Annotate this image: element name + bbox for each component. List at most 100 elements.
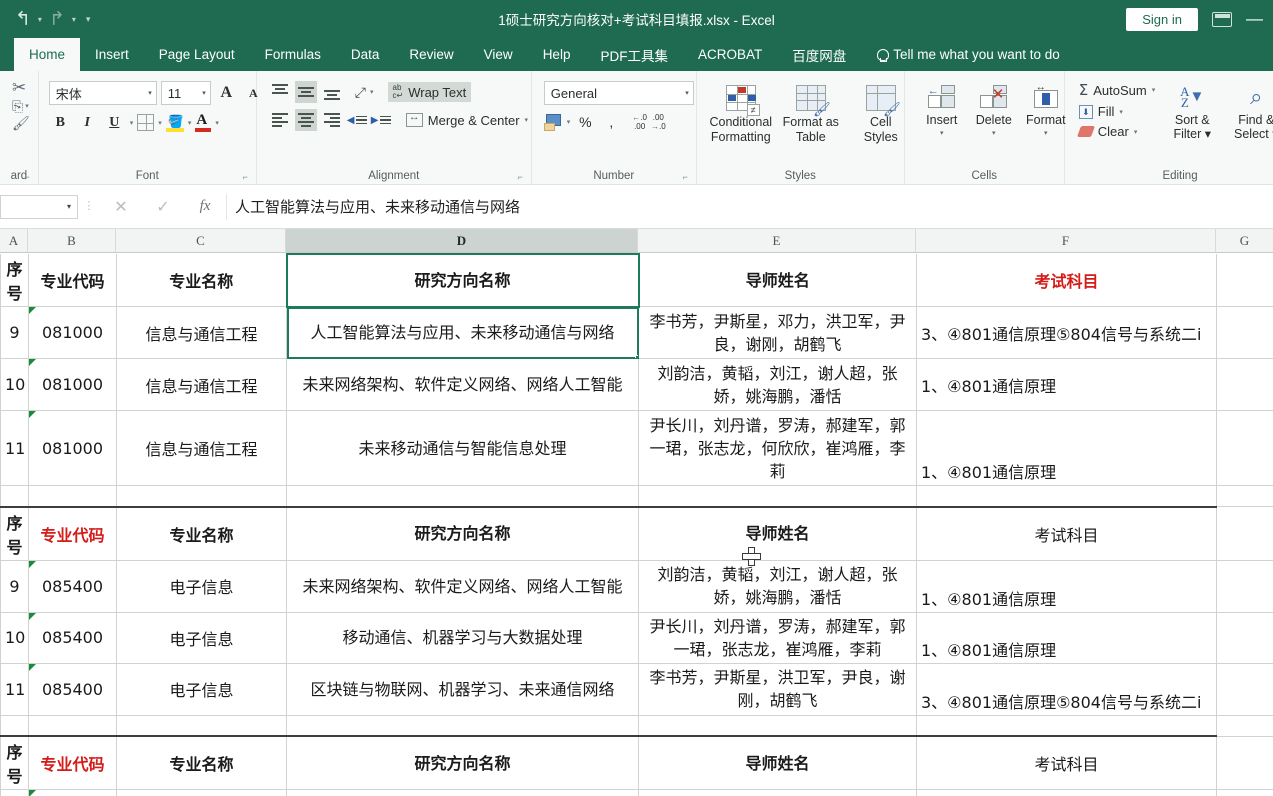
decrease-indent-icon[interactable]: ◀: [347, 112, 367, 128]
cell-f[interactable]: 1、④801通信原理: [916, 789, 1217, 796]
cell-b[interactable]: 081000: [28, 306, 117, 359]
comma-style-button[interactable]: ,: [600, 111, 622, 133]
name-box[interactable]: ▾: [0, 194, 78, 219]
cell-e[interactable]: 刘韵洁，黄韬，刘江，谢人超，张娇，姚海鹏，潘恬: [638, 358, 917, 411]
cell-a[interactable]: [0, 715, 29, 737]
align-bottom-button[interactable]: [321, 81, 343, 103]
font-color-icon[interactable]: A: [195, 112, 212, 132]
cell-b[interactable]: 085400: [28, 612, 117, 664]
merge-center-button[interactable]: Merge & Center ▾: [401, 111, 533, 130]
column-header-g[interactable]: G: [1216, 229, 1273, 253]
font-family-combo[interactable]: 宋体 ▾: [48, 81, 157, 105]
alignment-dialog-launcher[interactable]: ⌐: [518, 172, 523, 182]
cell-b[interactable]: 081000: [28, 410, 117, 486]
cell-e[interactable]: 尹长川，刘丹谱，罗涛，郝建军，郭一珺，张志龙，崔鸿雁，李莉: [638, 612, 917, 664]
table-row[interactable]: 序号 专业代码 专业名称 研究方向名称 导师姓名 考试科目: [0, 735, 1273, 790]
table-row[interactable]: 11 081000 信息与通信工程 未来移动通信与智能信息处理 尹长川，刘丹谱，…: [0, 410, 1273, 486]
underline-button[interactable]: U: [103, 111, 126, 134]
cell-g[interactable]: [1216, 358, 1273, 411]
column-header-d[interactable]: D: [286, 229, 638, 253]
decrease-decimal-icon[interactable]: .00 →.0: [651, 113, 666, 131]
increase-indent-icon[interactable]: ▶: [371, 112, 391, 128]
cell-b[interactable]: 083100: [28, 789, 117, 796]
cell-b[interactable]: 085400: [28, 663, 117, 716]
table-row[interactable]: [0, 485, 1273, 507]
formula-bar-expand-handle[interactable]: ⋮: [78, 201, 100, 212]
cell-a[interactable]: 9: [0, 560, 29, 613]
cell-a[interactable]: 序号: [0, 254, 29, 307]
cell-c[interactable]: 信息与通信工程: [116, 306, 287, 359]
enter-icon[interactable]: ✓: [142, 197, 184, 217]
borders-icon[interactable]: [137, 114, 155, 131]
insert-dropdown-icon[interactable]: ▾: [940, 127, 944, 141]
clear-dropdown-icon[interactable]: ▾: [1134, 128, 1138, 136]
ribbon-display-options-icon[interactable]: [1212, 11, 1232, 27]
align-middle-button[interactable]: [294, 81, 317, 103]
autosum-dropdown-icon[interactable]: ▾: [1152, 86, 1156, 94]
format-dropdown-icon[interactable]: ▾: [1044, 127, 1048, 141]
cell-f[interactable]: 1、④801通信原理: [916, 358, 1217, 411]
orientation-dropdown-icon[interactable]: ▾: [370, 88, 374, 96]
table-row[interactable]: 1 083100 生物医学工程 待定 蒋挺，孙学斌，杨大全，李书芳，尹斯星，尹良…: [0, 789, 1273, 796]
tab-data[interactable]: Data: [336, 38, 395, 71]
font-color-dropdown-icon[interactable]: ▾: [215, 119, 219, 127]
percent-style-button[interactable]: %: [574, 111, 596, 133]
cell-c[interactable]: 信息与通信工程: [116, 410, 287, 486]
cell-b[interactable]: [28, 715, 117, 737]
align-top-button[interactable]: [269, 81, 291, 103]
table-row[interactable]: 11 085400 电子信息 区块链与物联网、机器学习、未来通信网络 李书芳，尹…: [0, 663, 1273, 716]
fill-button[interactable]: ⬇ Fill ▾: [1078, 104, 1155, 119]
cell-c[interactable]: 生物医学工程: [116, 789, 287, 796]
fill-color-dropdown-icon[interactable]: ▾: [188, 119, 192, 127]
cell-e[interactable]: 刘韵洁，黄韬，刘江，谢人超，张娇，姚海鹏，潘恬: [638, 560, 917, 613]
borders-dropdown-icon[interactable]: ▾: [158, 119, 162, 127]
cell-c[interactable]: 电子信息: [116, 663, 287, 716]
column-header-a[interactable]: A: [0, 229, 28, 253]
formula-input[interactable]: 人工智能算法与应用、未来移动通信与网络: [226, 193, 1267, 220]
redo-icon[interactable]: ↱: [46, 8, 68, 31]
fill-dropdown-icon[interactable]: ▾: [1119, 108, 1123, 116]
cell-e[interactable]: [638, 715, 917, 737]
cancel-icon[interactable]: ✕: [100, 197, 142, 217]
align-center-button[interactable]: [294, 109, 317, 131]
copy-dropdown-icon[interactable]: ▾: [25, 102, 29, 110]
cell-f[interactable]: [916, 715, 1217, 737]
tab-review[interactable]: Review: [394, 38, 468, 71]
cell-f[interactable]: [916, 485, 1217, 507]
increase-font-size-button[interactable]: A: [215, 82, 238, 105]
cell-b[interactable]: [28, 485, 117, 507]
minimize-button[interactable]: —: [1246, 10, 1263, 27]
cell-b[interactable]: 专业代码: [28, 735, 117, 790]
cell-c[interactable]: 专业名称: [116, 735, 287, 790]
insert-function-icon[interactable]: fx: [184, 198, 226, 215]
sort-filter-dropdown-icon[interactable]: ▾: [1205, 127, 1211, 141]
wrap-text-button[interactable]: ab c↵ Wrap Text: [387, 82, 472, 102]
cell-g[interactable]: [1216, 485, 1273, 507]
cell-e[interactable]: 导师姓名: [638, 735, 917, 790]
chevron-down-icon[interactable]: ▾: [67, 202, 71, 211]
sign-in-button[interactable]: Sign in: [1126, 7, 1198, 31]
cell-d[interactable]: [286, 715, 639, 737]
cell-e[interactable]: 李书芳，尹斯星，邓力，洪卫军，尹良，谢刚，胡鹤飞: [638, 306, 917, 359]
cell-c[interactable]: [116, 485, 287, 507]
tab-view[interactable]: View: [469, 38, 528, 71]
cell-d[interactable]: 研究方向名称: [285, 253, 640, 308]
cell-g[interactable]: [1216, 789, 1273, 796]
cell-c[interactable]: 专业名称: [116, 505, 287, 561]
table-row[interactable]: 9 081000 信息与通信工程 人工智能算法与应用、未来移动通信与网络 李书芳…: [0, 306, 1273, 359]
redo-dropdown-icon[interactable]: ▾: [70, 15, 78, 24]
cell-e[interactable]: [638, 485, 917, 507]
cell-a[interactable]: 10: [0, 358, 29, 411]
cell-f[interactable]: 1、④801通信原理: [916, 560, 1217, 613]
copy-icon[interactable]: ⎘: [12, 99, 23, 113]
italic-button[interactable]: I: [76, 111, 99, 134]
table-row[interactable]: 序号 专业代码 专业名称 研究方向名称 导师姓名 考试科目: [0, 505, 1273, 561]
increase-decimal-icon[interactable]: ←.0.00: [626, 113, 647, 131]
align-left-button[interactable]: [269, 109, 291, 131]
font-size-combo[interactable]: 11 ▾: [160, 81, 211, 105]
cell-d[interactable]: 区块链与物联网、机器学习、未来通信网络: [286, 663, 639, 716]
tab-pdf-tools[interactable]: PDF工具集: [585, 38, 683, 71]
tab-acrobat[interactable]: ACROBAT: [683, 38, 777, 71]
cell-f[interactable]: 1、④801通信原理: [916, 410, 1217, 486]
cell-c[interactable]: 信息与通信工程: [116, 358, 287, 411]
